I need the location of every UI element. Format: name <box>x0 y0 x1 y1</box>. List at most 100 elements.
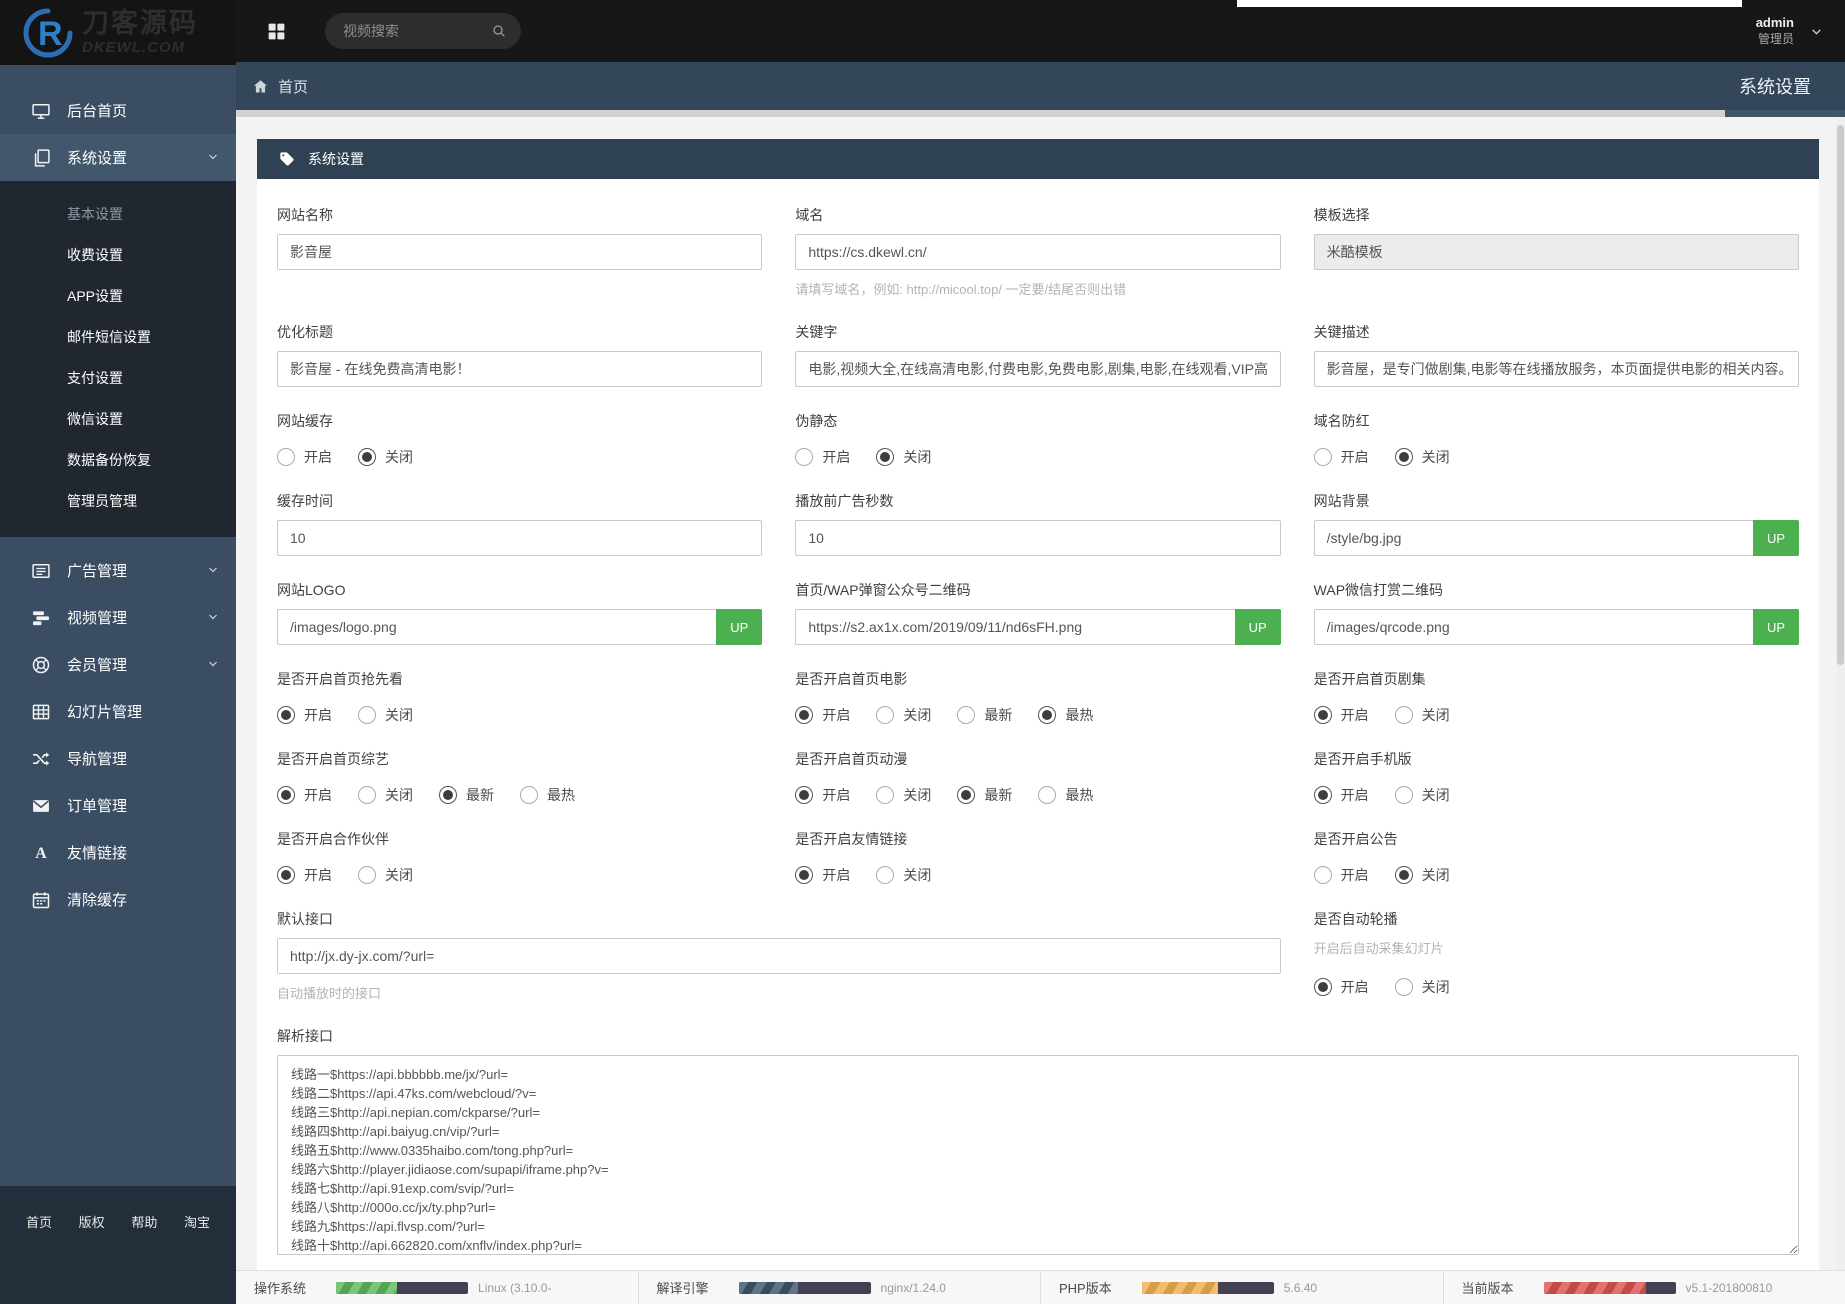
user-menu[interactable]: admin 管理员 <box>1756 15 1835 46</box>
radio-option[interactable]: 开启 <box>1314 705 1369 725</box>
radio-input[interactable] <box>957 706 975 724</box>
radio-input[interactable] <box>876 786 894 804</box>
radio-option[interactable]: 开启 <box>795 865 850 885</box>
search-input[interactable] <box>343 23 491 39</box>
radio-input[interactable] <box>277 866 295 884</box>
logo[interactable]: R 刀客源码 DKEWL.COM <box>0 0 236 65</box>
radio-input[interactable] <box>1314 786 1332 804</box>
radio-option[interactable]: 开启 <box>1314 785 1369 805</box>
radio-option[interactable]: 开启 <box>795 785 850 805</box>
radio-input[interactable] <box>439 786 457 804</box>
site-name-input[interactable] <box>277 234 762 270</box>
submenu-item-payment-settings[interactable]: 支付设置 <box>0 357 236 398</box>
radio-option[interactable]: 关闭 <box>1395 977 1450 997</box>
radio-option[interactable]: 最热 <box>520 785 575 805</box>
radio-option[interactable]: 关闭 <box>876 865 931 885</box>
radio-input[interactable] <box>277 448 295 466</box>
footer-link-taobao[interactable]: 淘宝 <box>184 1212 210 1304</box>
submenu-item-fee-settings[interactable]: 收费设置 <box>0 234 236 275</box>
radio-option[interactable]: 最新 <box>439 785 494 805</box>
radio-option[interactable]: 关闭 <box>876 705 931 725</box>
radio-input[interactable] <box>1038 706 1056 724</box>
upload-button[interactable]: UP <box>1753 609 1799 645</box>
radio-input[interactable] <box>876 706 894 724</box>
radio-input[interactable] <box>1395 706 1413 724</box>
footer-link-home[interactable]: 首页 <box>26 1212 52 1304</box>
radio-input[interactable] <box>795 706 813 724</box>
scrollbar-thumb[interactable] <box>1837 125 1844 665</box>
radio-input[interactable] <box>1314 448 1332 466</box>
radio-input[interactable] <box>1395 448 1413 466</box>
description-input[interactable] <box>1314 351 1799 387</box>
radio-input[interactable] <box>795 866 813 884</box>
sidebar-item-slideshow-management[interactable]: 幻灯片管理 <box>0 688 236 735</box>
sidebar-item-order-management[interactable]: 订单管理 <box>0 782 236 829</box>
radio-input[interactable] <box>358 706 376 724</box>
radio-option[interactable]: 关闭 <box>1395 865 1450 885</box>
radio-input[interactable] <box>1395 786 1413 804</box>
radio-input[interactable] <box>358 866 376 884</box>
sidebar-item-dashboard[interactable]: 后台首页 <box>0 87 236 134</box>
upload-button[interactable]: UP <box>716 609 762 645</box>
submenu-item-backup-restore[interactable]: 数据备份恢复 <box>0 439 236 480</box>
cache-time-input[interactable] <box>277 520 762 556</box>
sidebar-item-member-management[interactable]: 会员管理 <box>0 641 236 688</box>
upload-button[interactable]: UP <box>1753 520 1799 556</box>
radio-input[interactable] <box>277 706 295 724</box>
radio-option[interactable]: 开启 <box>277 865 332 885</box>
radio-option[interactable]: 最新 <box>957 705 1012 725</box>
submenu-item-basic-settings[interactable]: 基本设置 <box>0 193 236 234</box>
radio-input[interactable] <box>876 448 894 466</box>
footer-link-help[interactable]: 帮助 <box>131 1212 157 1304</box>
radio-input[interactable] <box>358 786 376 804</box>
radio-input[interactable] <box>1395 978 1413 996</box>
radio-input[interactable] <box>1314 706 1332 724</box>
radio-input[interactable] <box>795 786 813 804</box>
radio-option[interactable]: 关闭 <box>1395 705 1450 725</box>
radio-option[interactable]: 开启 <box>795 447 850 467</box>
radio-input[interactable] <box>1395 866 1413 884</box>
sidebar-item-navigation-management[interactable]: 导航管理 <box>0 735 236 782</box>
radio-option[interactable]: 关闭 <box>358 705 413 725</box>
sidebar-item-system-settings[interactable]: 系统设置 <box>0 134 236 181</box>
ad-seconds-input[interactable] <box>795 520 1280 556</box>
radio-option[interactable]: 最热 <box>1038 705 1093 725</box>
radio-option[interactable]: 关闭 <box>358 865 413 885</box>
radio-option[interactable]: 最新 <box>957 785 1012 805</box>
submenu-item-wechat-settings[interactable]: 微信设置 <box>0 398 236 439</box>
radio-option[interactable]: 关闭 <box>358 785 413 805</box>
radio-option[interactable]: 开启 <box>277 705 332 725</box>
site-bg-input[interactable] <box>1314 520 1753 556</box>
radio-input[interactable] <box>1314 866 1332 884</box>
radio-option[interactable]: 开启 <box>1314 977 1369 997</box>
radio-input[interactable] <box>1038 786 1056 804</box>
radio-option[interactable]: 开启 <box>795 705 850 725</box>
domain-input[interactable] <box>795 234 1280 270</box>
radio-input[interactable] <box>795 448 813 466</box>
sidebar-item-ad-management[interactable]: 广告管理 <box>0 547 236 594</box>
breadcrumb-home[interactable]: 首页 <box>252 76 308 97</box>
search-icon[interactable] <box>491 23 507 39</box>
grid-menu-icon[interactable] <box>266 21 287 42</box>
qr-wap-input[interactable] <box>1314 609 1753 645</box>
radio-option[interactable]: 关闭 <box>1395 447 1450 467</box>
radio-input[interactable] <box>520 786 538 804</box>
template-select[interactable] <box>1314 234 1799 270</box>
radio-option[interactable]: 关闭 <box>358 447 413 467</box>
radio-option[interactable]: 开启 <box>1314 447 1369 467</box>
radio-input[interactable] <box>876 866 894 884</box>
radio-option[interactable]: 关闭 <box>876 447 931 467</box>
submenu-item-admin-management[interactable]: 管理员管理 <box>0 480 236 521</box>
default-api-input[interactable] <box>277 938 1281 974</box>
upload-button[interactable]: UP <box>1235 609 1281 645</box>
parse-api-textarea[interactable]: 线路一$https://api.bbbbbb.me/jx/?url= 线路二$h… <box>277 1055 1799 1255</box>
radio-option[interactable]: 最热 <box>1038 785 1093 805</box>
keywords-input[interactable] <box>795 351 1280 387</box>
sidebar-item-friend-links[interactable]: A 友情链接 <box>0 829 236 876</box>
seo-title-input[interactable] <box>277 351 762 387</box>
radio-option[interactable]: 关闭 <box>1395 785 1450 805</box>
radio-input[interactable] <box>358 448 376 466</box>
radio-option[interactable]: 关闭 <box>876 785 931 805</box>
submenu-item-mail-sms-settings[interactable]: 邮件短信设置 <box>0 316 236 357</box>
radio-input[interactable] <box>957 786 975 804</box>
